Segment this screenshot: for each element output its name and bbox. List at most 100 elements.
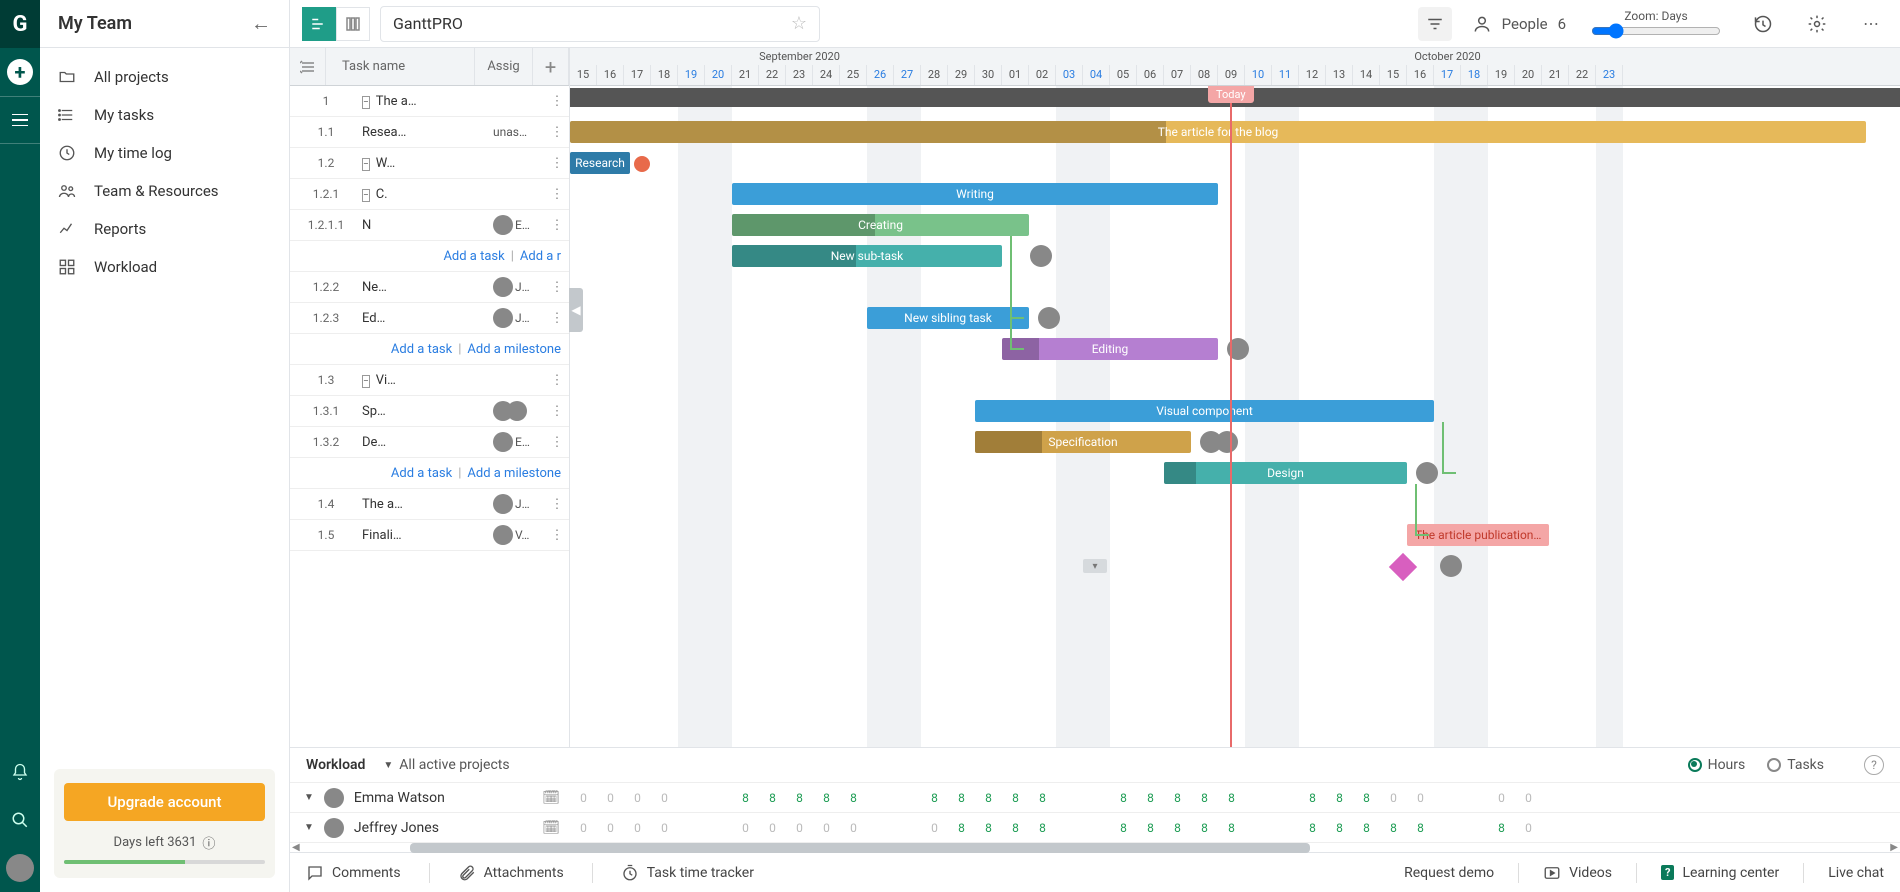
workload-filter-dropdown[interactable]: ▼ All active projects (383, 757, 509, 773)
row-settings-icon[interactable] (290, 48, 326, 85)
user-avatar[interactable] (6, 854, 34, 882)
task-name[interactable]: Finali… (362, 528, 493, 543)
add-task-link[interactable]: Add a task (391, 342, 452, 357)
day-cell[interactable]: 26 (867, 65, 894, 85)
collapse-icon[interactable]: − (362, 375, 370, 388)
day-cell[interactable]: 17 (1434, 65, 1461, 85)
task-name[interactable]: De… (362, 435, 493, 450)
collapse-icon[interactable]: − (362, 96, 370, 109)
task-menu-icon[interactable]: ⋮ (545, 156, 569, 171)
add-task-row[interactable]: Add a task|Add a milestone (290, 334, 569, 365)
day-cell[interactable]: 20 (1515, 65, 1542, 85)
task-name[interactable]: Ed… (362, 311, 493, 326)
add-column-button[interactable]: + (533, 48, 569, 85)
board-view-button[interactable] (336, 7, 370, 41)
day-cell[interactable]: 16 (597, 65, 624, 85)
milestone-diamond[interactable] (1389, 553, 1417, 581)
task-name[interactable]: Resea… (362, 125, 493, 140)
add-task-row[interactable]: Add a task|Add a r (290, 241, 569, 272)
more-icon[interactable]: ⋯ (1854, 7, 1888, 41)
task-name[interactable]: Ne… (362, 280, 493, 295)
gantt-view-button[interactable] (302, 7, 336, 41)
task-assignee[interactable]: E… (493, 432, 545, 452)
task-menu-icon[interactable]: ⋮ (545, 125, 569, 140)
attachments-button[interactable]: Attachments (458, 864, 564, 882)
workload-help-icon[interactable]: ? (1864, 755, 1884, 775)
day-cell[interactable]: 15 (1380, 65, 1407, 85)
task-row[interactable]: 1.2−W…⋮ (290, 148, 569, 179)
task-assignee[interactable]: J… (493, 277, 545, 297)
assignee-avatar[interactable] (493, 215, 513, 235)
task-menu-icon[interactable]: ⋮ (545, 311, 569, 326)
settings-icon[interactable] (1800, 7, 1834, 41)
task-assignee[interactable]: E… (493, 215, 545, 235)
hidden-tasks-indicator[interactable]: ▾ (1083, 559, 1107, 573)
task-name[interactable]: −The a… (362, 94, 493, 109)
gantt-bar[interactable]: Writing (732, 183, 1218, 205)
assignee-avatar[interactable] (493, 277, 513, 297)
day-cell[interactable]: 18 (1461, 65, 1488, 85)
task-assignee[interactable]: J… (493, 494, 545, 514)
history-icon[interactable] (1746, 7, 1780, 41)
day-cell[interactable]: 11 (1272, 65, 1299, 85)
task-menu-icon[interactable]: ⋮ (545, 528, 569, 543)
day-cell[interactable]: 22 (1569, 65, 1596, 85)
task-assignee[interactable]: unas… (493, 125, 545, 139)
assignee-avatar[interactable] (493, 432, 513, 452)
workload-row[interactable]: ▼Emma Watson🗓00008888888888888888880000 (290, 782, 1900, 812)
bar-avatar[interactable] (1030, 245, 1052, 267)
sidebar-item-workload[interactable]: Workload (40, 248, 289, 286)
gantt-bar[interactable]: Specification (975, 431, 1191, 453)
collapse-sidebar-icon[interactable]: ← (251, 11, 271, 36)
task-assignee[interactable]: V… (493, 525, 545, 545)
day-cell[interactable]: 23 (1596, 65, 1623, 85)
day-cell[interactable]: 30 (975, 65, 1002, 85)
gantt-bar[interactable]: New sub-task (732, 245, 1002, 267)
task-row[interactable]: 1.2.2Ne…J…⋮ (290, 272, 569, 303)
day-cell[interactable]: 21 (732, 65, 759, 85)
task-menu-icon[interactable]: ⋮ (545, 280, 569, 295)
task-row[interactable]: 1−The a…⋮ (290, 86, 569, 117)
collapse-icon[interactable]: − (362, 189, 370, 202)
day-cell[interactable]: 06 (1137, 65, 1164, 85)
task-menu-icon[interactable]: ⋮ (545, 435, 569, 450)
logo-icon[interactable]: G (0, 0, 40, 48)
person-avatar[interactable] (324, 788, 344, 808)
task-menu-icon[interactable]: ⋮ (545, 187, 569, 202)
calendar-icon[interactable]: 🗓 (542, 820, 560, 836)
task-name[interactable]: −Vi… (362, 373, 493, 388)
day-cell[interactable]: 12 (1299, 65, 1326, 85)
task-row[interactable]: 1.3.1Sp…⋮ (290, 396, 569, 427)
person-avatar[interactable] (324, 818, 344, 838)
task-row[interactable]: 1.2.1−C.⋮ (290, 179, 569, 210)
day-cell[interactable]: 21 (1542, 65, 1569, 85)
filter-icon[interactable] (1418, 7, 1452, 41)
bar-avatar[interactable] (1216, 431, 1238, 453)
add-milestone-link[interactable]: Add a milestone (467, 466, 561, 481)
task-assignee[interactable]: J… (493, 308, 545, 328)
day-cell[interactable]: 23 (786, 65, 813, 85)
info-icon[interactable]: ⓘ (202, 833, 215, 852)
day-cell[interactable]: 03 (1056, 65, 1083, 85)
day-cell[interactable]: 04 (1083, 65, 1110, 85)
bar-avatar[interactable] (1038, 307, 1060, 329)
day-cell[interactable]: 18 (651, 65, 678, 85)
workload-tasks-radio[interactable]: Tasks (1767, 757, 1824, 773)
assignee-avatar[interactable] (493, 308, 513, 328)
project-title-input[interactable]: GanttPRO ☆ (380, 6, 820, 42)
task-name[interactable]: The a… (362, 497, 493, 512)
day-cell[interactable]: 05 (1110, 65, 1137, 85)
sidebar-item-my-time-log[interactable]: My time log (40, 134, 289, 172)
gantt-bar[interactable]: Editing (1002, 338, 1218, 360)
task-assignee[interactable] (493, 401, 545, 421)
hamburger-icon[interactable] (0, 96, 40, 144)
zoom-slider[interactable] (1591, 23, 1721, 39)
add-milestone-link[interactable]: Add a r (520, 249, 561, 264)
day-cell[interactable]: 28 (921, 65, 948, 85)
day-cell[interactable]: 14 (1353, 65, 1380, 85)
task-time-tracker-button[interactable]: Task time tracker (621, 864, 754, 882)
task-name[interactable]: −W… (362, 156, 493, 171)
day-cell[interactable]: 20 (705, 65, 732, 85)
day-cell[interactable]: 01 (1002, 65, 1029, 85)
bar-avatar[interactable] (1440, 555, 1462, 577)
